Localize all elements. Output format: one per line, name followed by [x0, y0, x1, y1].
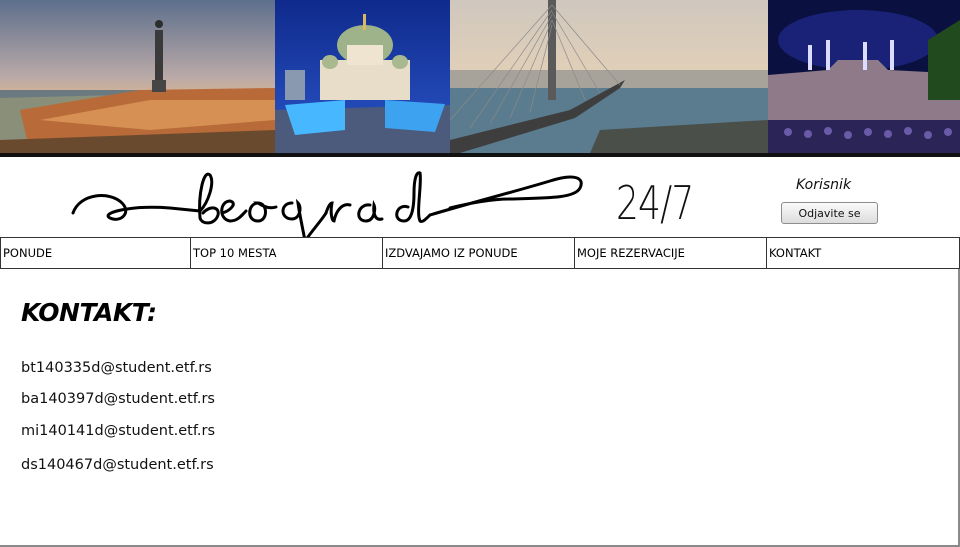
temple-photo — [275, 0, 450, 153]
nav-item-kontakt[interactable]: KONTAKT — [767, 238, 960, 268]
concert-photo — [768, 0, 960, 153]
main-content: KONTAKT: — [21, 298, 157, 327]
nav-item-ponude[interactable]: PONUDE — [0, 238, 191, 268]
site-header: beograd — [0, 157, 960, 266]
nav-item-moje-rezervacije[interactable]: MOJE REZERVACIJE — [575, 238, 767, 268]
header-banner — [0, 0, 960, 157]
logout-button[interactable]: Odjavite se — [781, 202, 878, 224]
contact-email: mi140141d@student.etf.rs — [21, 423, 216, 439]
contact-email: ba140397d@student.etf.rs — [21, 391, 215, 407]
nav-item-izdvajamo[interactable]: IZDVAJAMO IZ PONUDE — [383, 238, 575, 268]
user-label: Korisnik — [796, 177, 852, 193]
nav-item-top-10[interactable]: TOP 10 MESTA — [191, 238, 383, 268]
main-nav: PONUDE TOP 10 MESTA IZDVAJAMO IZ PONUDE … — [0, 237, 960, 269]
page-title: KONTAKT: — [21, 298, 157, 327]
contact-email: ds140467d@student.etf.rs — [21, 457, 214, 473]
contact-email: bt140335d@student.etf.rs — [21, 360, 212, 376]
fortress-photo — [0, 0, 275, 153]
tagline: 24/7 — [616, 176, 694, 230]
bridge-photo — [450, 0, 768, 153]
